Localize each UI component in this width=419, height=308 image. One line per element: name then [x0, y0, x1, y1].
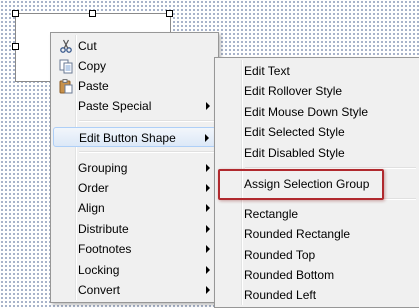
menu-item-order[interactable]: Order	[53, 178, 216, 198]
menu-item-label: Rounded Left	[244, 288, 317, 302]
menu-item-label: Rounded Bottom	[244, 268, 335, 282]
menu-item-label: Edit Text	[244, 64, 290, 78]
menu-item-convert[interactable]: Convert	[53, 280, 216, 300]
submenu-arrow-icon	[206, 245, 210, 253]
menu-item-label: Copy	[78, 59, 107, 73]
submenu-item-edit-disabled-style[interactable]: Edit Disabled Style	[217, 143, 418, 163]
menu-item-label: Align	[78, 201, 105, 215]
submenu-arrow-icon	[206, 102, 210, 110]
menu-item-footnotes[interactable]: Footnotes	[53, 239, 216, 259]
submenu-arrow-icon	[205, 134, 209, 142]
menu-item-label: Paste	[78, 79, 109, 93]
menu-item-cut[interactable]: Cut	[53, 36, 216, 56]
menu-item-paste-special[interactable]: Paste Special	[53, 96, 216, 116]
menu-item-edit-button-shape[interactable]: Edit Button Shape	[53, 127, 216, 147]
menu-item-label: Edit Button Shape	[79, 131, 176, 145]
menu-item-label: Rounded Top	[244, 248, 316, 262]
menu-item-label: Rounded Rectangle	[244, 227, 351, 241]
menu-item-distribute[interactable]: Distribute	[53, 219, 216, 239]
menu-item-label: Edit Rollover Style	[244, 84, 343, 98]
scissors-icon	[60, 39, 72, 53]
annotation-highlight-box	[218, 169, 384, 200]
submenu-item-rectangle[interactable]: Rectangle	[217, 204, 418, 224]
menu-item-grouping[interactable]: Grouping	[53, 158, 216, 178]
menu-item-label: Footnotes	[78, 242, 132, 256]
submenu-item-rounded-bottom[interactable]: Rounded Bottom	[217, 265, 418, 285]
menu-item-label: Cut	[78, 39, 97, 53]
submenu-item-rounded-rectangle[interactable]: Rounded Rectangle	[217, 224, 418, 244]
submenu-arrow-icon	[206, 266, 210, 274]
menu-item-paste[interactable]: Paste	[53, 76, 216, 96]
menu-item-label: Order	[78, 181, 109, 195]
menu-item-label: Convert	[78, 283, 121, 297]
menu-item-label: Rectangle	[244, 207, 299, 221]
resize-handle-top[interactable]	[89, 10, 96, 17]
menu-item-copy[interactable]: Copy	[53, 56, 216, 76]
submenu-item-rounded-top[interactable]: Rounded Top	[217, 245, 418, 265]
submenu-item-edit-mouse-down-style[interactable]: Edit Mouse Down Style	[217, 102, 418, 122]
submenu-arrow-icon	[206, 225, 210, 233]
submenu-item-edit-selected-style[interactable]: Edit Selected Style	[217, 122, 418, 142]
submenu-item-edit-rollover-style[interactable]: Edit Rollover Style	[217, 81, 418, 101]
menu-item-align[interactable]: Align	[53, 198, 216, 218]
menu-item-locking[interactable]: Locking	[53, 260, 216, 280]
menu-item-label: Edit Disabled Style	[244, 146, 345, 160]
resize-handle-top-right[interactable]	[166, 10, 173, 17]
menu-item-label: Grouping	[78, 161, 128, 175]
submenu-arrow-icon	[206, 204, 210, 212]
menu-item-label: Distribute	[78, 222, 129, 236]
paste-icon	[59, 79, 73, 94]
menu-item-label: Edit Mouse Down Style	[244, 105, 369, 119]
menu-separator	[79, 151, 214, 153]
menu-item-label: Paste Special	[78, 99, 152, 113]
submenu-item-rounded-left[interactable]: Rounded Left	[217, 285, 418, 305]
menu-separator	[79, 120, 214, 122]
submenu-arrow-icon	[206, 286, 210, 294]
context-menu: Cut Copy Paste Paste Special Edit Button…	[50, 32, 219, 303]
resize-handle-left[interactable]	[12, 43, 19, 50]
menu-item-label: Locking	[78, 263, 120, 277]
submenu-arrow-icon	[206, 184, 210, 192]
menu-item-label: Edit Selected Style	[244, 125, 345, 139]
copy-icon	[59, 59, 73, 74]
submenu-item-edit-text[interactable]: Edit Text	[217, 61, 418, 81]
submenu-arrow-icon	[206, 164, 210, 172]
resize-handle-top-left[interactable]	[12, 10, 19, 17]
